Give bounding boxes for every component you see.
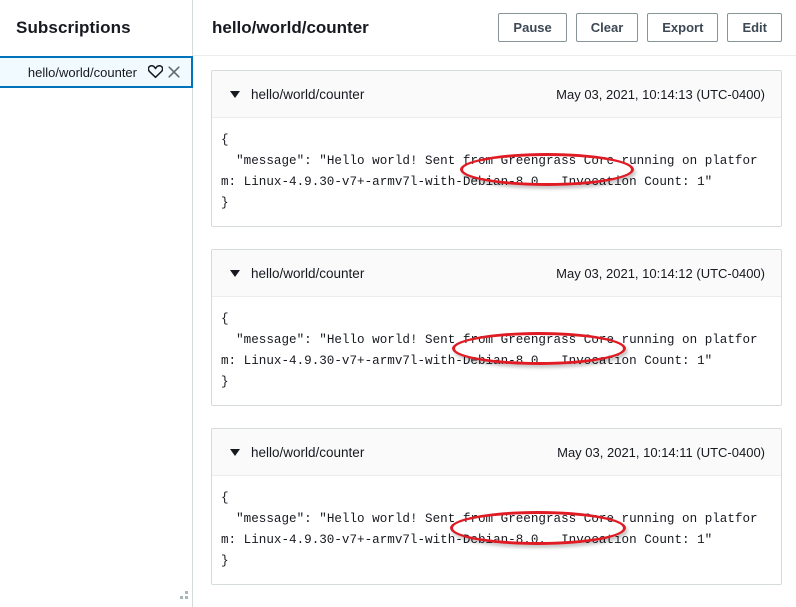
- grip-dot: [180, 596, 183, 599]
- message-card-body: { "message": "Hello world! Sent from Gre…: [212, 297, 781, 405]
- message-topic: hello/world/counter: [251, 266, 556, 281]
- subscription-list: hello/world/counter: [0, 56, 192, 88]
- message-card: hello/world/counter May 03, 2021, 10:14:…: [211, 249, 782, 406]
- sidebar-header: Subscriptions: [0, 0, 192, 56]
- message-payload: { "message": "Hello world! Sent from Gre…: [221, 130, 771, 214]
- message-timestamp: May 03, 2021, 10:14:13 (UTC-0400): [556, 87, 765, 102]
- caret-down-icon[interactable]: [230, 449, 240, 456]
- main-header: hello/world/counter Pause Clear Export E…: [193, 0, 796, 56]
- message-list: hello/world/counter May 03, 2021, 10:14:…: [193, 56, 796, 585]
- toolbar: Pause Clear Export Edit: [498, 13, 782, 42]
- resize-grip-icon[interactable]: [180, 591, 190, 601]
- message-card-header[interactable]: hello/world/counter May 03, 2021, 10:14:…: [212, 429, 781, 476]
- sidebar-item-hello-world-counter[interactable]: hello/world/counter: [0, 56, 193, 88]
- clear-button[interactable]: Clear: [576, 13, 639, 42]
- sidebar-title: Subscriptions: [16, 18, 131, 38]
- message-card-body: { "message": "Hello world! Sent from Gre…: [212, 118, 781, 226]
- message-card-body: { "message": "Hello world! Sent from Gre…: [212, 476, 781, 584]
- message-timestamp: May 03, 2021, 10:14:12 (UTC-0400): [556, 266, 765, 281]
- message-card: hello/world/counter May 03, 2021, 10:14:…: [211, 70, 782, 227]
- grip-dot: [185, 596, 188, 599]
- export-button[interactable]: Export: [647, 13, 718, 42]
- main-panel: hello/world/counter Pause Clear Export E…: [193, 0, 796, 607]
- grip-dot: [185, 591, 188, 594]
- message-payload: { "message": "Hello world! Sent from Gre…: [221, 488, 771, 572]
- close-icon[interactable]: [166, 64, 182, 80]
- caret-down-icon[interactable]: [230, 270, 240, 277]
- heart-icon[interactable]: [147, 64, 163, 80]
- page-title: hello/world/counter: [212, 18, 498, 38]
- message-topic: hello/world/counter: [251, 445, 557, 460]
- subscription-label: hello/world/counter: [28, 65, 137, 80]
- message-topic: hello/world/counter: [251, 87, 556, 102]
- message-card: hello/world/counter May 03, 2021, 10:14:…: [211, 428, 782, 585]
- mqtt-test-client: Subscriptions hello/world/counter: [0, 0, 796, 607]
- caret-down-icon[interactable]: [230, 91, 240, 98]
- message-payload: { "message": "Hello world! Sent from Gre…: [221, 309, 771, 393]
- message-card-header[interactable]: hello/world/counter May 03, 2021, 10:14:…: [212, 250, 781, 297]
- pause-button[interactable]: Pause: [498, 13, 566, 42]
- edit-button[interactable]: Edit: [727, 13, 782, 42]
- message-timestamp: May 03, 2021, 10:14:11 (UTC-0400): [557, 445, 765, 460]
- message-card-header[interactable]: hello/world/counter May 03, 2021, 10:14:…: [212, 71, 781, 118]
- subscriptions-sidebar: Subscriptions hello/world/counter: [0, 0, 193, 607]
